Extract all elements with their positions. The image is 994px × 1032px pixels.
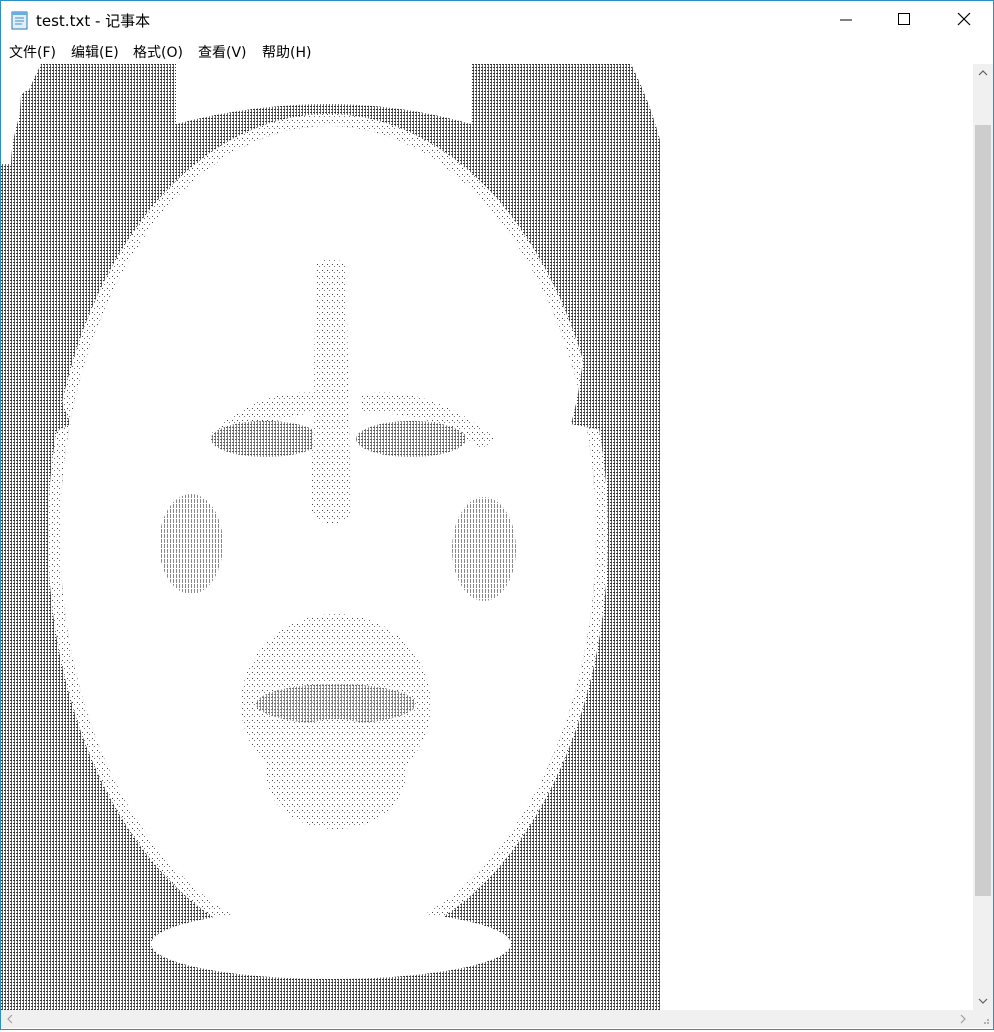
text-editor[interactable] (1, 64, 973, 1010)
vertical-scrollbar-thumb[interactable] (975, 125, 991, 896)
vertical-scrollbar[interactable] (973, 64, 993, 1010)
horizontal-scrollbar[interactable] (1, 1010, 973, 1028)
menu-edit[interactable]: 编辑(E) (71, 42, 119, 62)
menu-view[interactable]: 查看(V) (198, 42, 247, 62)
menu-format[interactable]: 格式(O) (133, 42, 183, 62)
close-icon (957, 12, 971, 26)
menu-file[interactable]: 文件(F) (9, 42, 56, 62)
notepad-window: test.txt - 记事本 文件(F) 编辑(E) 格式(O) 查看(V) 帮… (0, 0, 994, 1030)
menu-help[interactable]: 帮助(H) (262, 42, 311, 62)
ascii-art-panda-image (1, 64, 973, 1010)
notepad-icon (11, 10, 29, 30)
maximize-icon (898, 13, 910, 25)
resize-grip-icon[interactable] (973, 1010, 993, 1028)
scroll-left-arrow-icon[interactable] (1, 1010, 21, 1027)
window-title: test.txt - 记事本 (36, 12, 151, 30)
menu-bar: 文件(F) 编辑(E) 格式(O) 查看(V) 帮助(H) (1, 39, 993, 64)
scroll-down-arrow-icon[interactable] (973, 993, 993, 1010)
scroll-right-arrow-icon[interactable] (953, 1010, 973, 1027)
title-bar[interactable]: test.txt - 记事本 (1, 1, 993, 39)
minimize-icon (840, 19, 852, 21)
scroll-up-arrow-icon[interactable] (973, 64, 993, 81)
maximize-button[interactable] (875, 1, 933, 39)
close-button[interactable] (935, 1, 993, 39)
minimize-button[interactable] (817, 1, 875, 39)
